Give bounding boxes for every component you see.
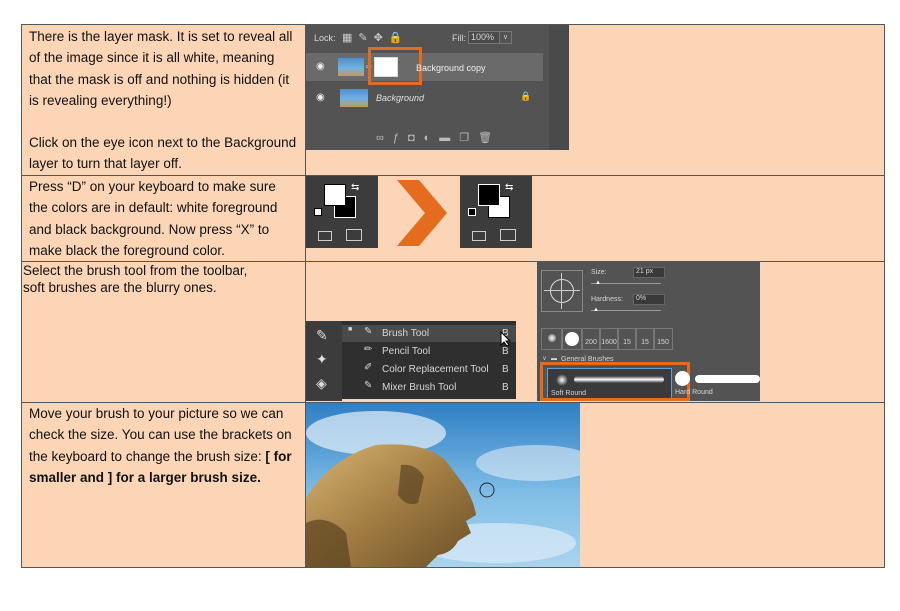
size-label: Size: (591, 269, 607, 276)
screen-mode-icon[interactable] (500, 229, 516, 241)
swap-colors-icon[interactable]: ⇆ (351, 182, 359, 193)
chevron-down-icon[interactable]: v (499, 31, 512, 44)
paint-bucket-icon[interactable]: ◈ (316, 375, 327, 392)
size-slider[interactable] (591, 283, 661, 284)
lock-label: Lock: (314, 33, 336, 43)
brush-preset-panel: Size: 21 px ▲ Hardness: 0% ▲ 200 1600 15… (537, 262, 760, 401)
default-colors-swatch[interactable]: ⇆ (306, 176, 378, 248)
brush-tool-menu: ■ ✎ Brush Tool B ✏ Pencil Tool B ✐ Color… (342, 321, 516, 399)
layer-name: Background (376, 93, 425, 103)
preset-size: 1600 (601, 339, 617, 346)
eye-icon[interactable]: ◉ (316, 61, 325, 72)
lock-icon: 🔒 (520, 91, 532, 101)
layer-thumbnail (340, 89, 368, 107)
menu-item-label: Pencil Tool (382, 346, 431, 357)
menu-item-color-replacement-tool[interactable]: ✐ Color Replacement Tool B (342, 361, 516, 378)
slider-handle[interactable]: ▲ (595, 280, 601, 286)
layer-name: Background copy (416, 63, 486, 73)
brush-preset-thumb[interactable]: 15 (617, 328, 637, 350)
menu-item-label: Brush Tool (382, 328, 430, 339)
eye-icon[interactable]: ◉ (316, 92, 325, 103)
hard-brush-dot (565, 332, 579, 346)
menu-item-brush-tool[interactable]: ■ ✎ Brush Tool B (342, 325, 516, 342)
toolbar-strip: ✎ ✦ ◈ (306, 321, 342, 401)
brush-preset-thumb[interactable]: 150 (653, 328, 673, 350)
mixer-brush-icon: ✎ (364, 380, 373, 391)
panel-scrollbar[interactable] (549, 25, 569, 150)
preset-size: 15 (623, 339, 631, 346)
menu-item-shortcut: B (502, 364, 509, 375)
brush-preset-thumb[interactable]: 15 (635, 328, 655, 350)
arrow-right-icon (397, 180, 447, 246)
layer-row-background-copy[interactable]: ◉ ∞ Background copy (306, 47, 543, 85)
hardness-input[interactable]: 0% (633, 294, 665, 305)
row4-plain-text: Move your brush to your picture so we ca… (29, 406, 292, 464)
brush-highlight-box (540, 362, 690, 401)
foreground-color[interactable] (324, 184, 346, 206)
fill-input[interactable]: 100% (468, 31, 500, 44)
row1-paragraph1: There is the layer mask. It is set to re… (29, 29, 293, 108)
hardness-slider[interactable] (591, 310, 661, 311)
brush-preset-thumb[interactable] (541, 328, 563, 350)
row3-line2: soft brushes are the blurry ones. (23, 280, 217, 295)
hard-round-label: Hard Round (675, 389, 713, 396)
angle-circle (550, 279, 574, 303)
preset-size: 150 (657, 339, 669, 346)
instruction-table: There is the layer mask. It is set to re… (21, 24, 885, 568)
row1-paragraph2: Click on the eye icon next to the Backgr… (29, 135, 297, 172)
brush-icon: ✎ (364, 326, 373, 337)
layers-panel: Lock: ▦✎✥🔒 Fill: 100% v ◉ ∞ Background c… (306, 25, 569, 150)
fill-label: Fill: (452, 33, 466, 43)
preset-size: 200 (585, 339, 597, 346)
menu-item-shortcut: B (502, 346, 509, 357)
swap-colors-icon[interactable]: ⇆ (505, 182, 513, 193)
default-colors-icon[interactable] (468, 208, 476, 216)
brush-icon[interactable]: ✎ (316, 327, 328, 344)
brush-preset-thumb[interactable] (561, 328, 583, 350)
brush-preset-thumb[interactable]: 200 (581, 328, 601, 350)
preset-size: 15 (641, 339, 649, 346)
color-replacement-icon: ✐ (364, 362, 373, 373)
default-colors-icon[interactable] (314, 208, 322, 216)
hard-brush-stroke (695, 375, 760, 383)
angle-crosshair (561, 273, 562, 309)
foreground-color[interactable] (478, 184, 500, 206)
hardness-label: Hardness: (591, 296, 623, 303)
selected-indicator: ■ (348, 326, 353, 333)
menu-item-label: Color Replacement Tool (382, 364, 489, 375)
brush-preset-thumb[interactable]: 1600 (599, 328, 619, 350)
swapped-colors-swatch[interactable]: ⇆ (460, 176, 532, 248)
row3-line1: Select the brush tool from the toolbar, (23, 263, 248, 278)
size-input[interactable]: 21 px (633, 267, 665, 278)
pencil-icon: ✏ (364, 344, 373, 355)
row3-instructions: Select the brush tool from the toolbar, … (23, 262, 291, 296)
mouse-cursor-icon (500, 331, 512, 347)
quick-mask-icon[interactable] (472, 231, 486, 241)
slider-handle[interactable]: ▲ (593, 307, 599, 313)
soft-brush-dot (548, 334, 556, 342)
lock-icons[interactable]: ▦✎✥🔒 (342, 31, 409, 44)
row1-instructions: There is the layer mask. It is set to re… (29, 26, 297, 175)
menu-item-shortcut: B (502, 382, 509, 393)
menu-item-pencil-tool[interactable]: ✏ Pencil Tool B (342, 343, 516, 360)
menu-item-mixer-brush-tool[interactable]: ✎ Mixer Brush Tool B (342, 379, 516, 396)
clone-stamp-icon[interactable]: ✦ (316, 351, 328, 368)
angle-crosshair (544, 290, 580, 291)
sphinx-photo (306, 403, 580, 567)
menu-item-label: Mixer Brush Tool (382, 382, 457, 393)
brush-angle-preview[interactable] (541, 270, 583, 312)
hard-brush-dot (675, 371, 690, 386)
quick-mask-icon[interactable] (318, 231, 332, 241)
row2-instructions: Press “D” on your keyboard to make sure … (29, 179, 278, 258)
layer-thumbnail (338, 58, 364, 76)
mask-highlight-box (368, 47, 422, 85)
layer-action-icons[interactable]: ∞ƒ◘◐▬❐🗑 (376, 131, 501, 144)
screen-mode-icon[interactable] (346, 229, 362, 241)
hard-round-brush[interactable]: Hard Round (675, 368, 760, 399)
row4-instructions: Move your brush to your picture so we ca… (29, 403, 297, 488)
layer-row-background[interactable]: ◉ Background 🔒 (306, 85, 543, 111)
